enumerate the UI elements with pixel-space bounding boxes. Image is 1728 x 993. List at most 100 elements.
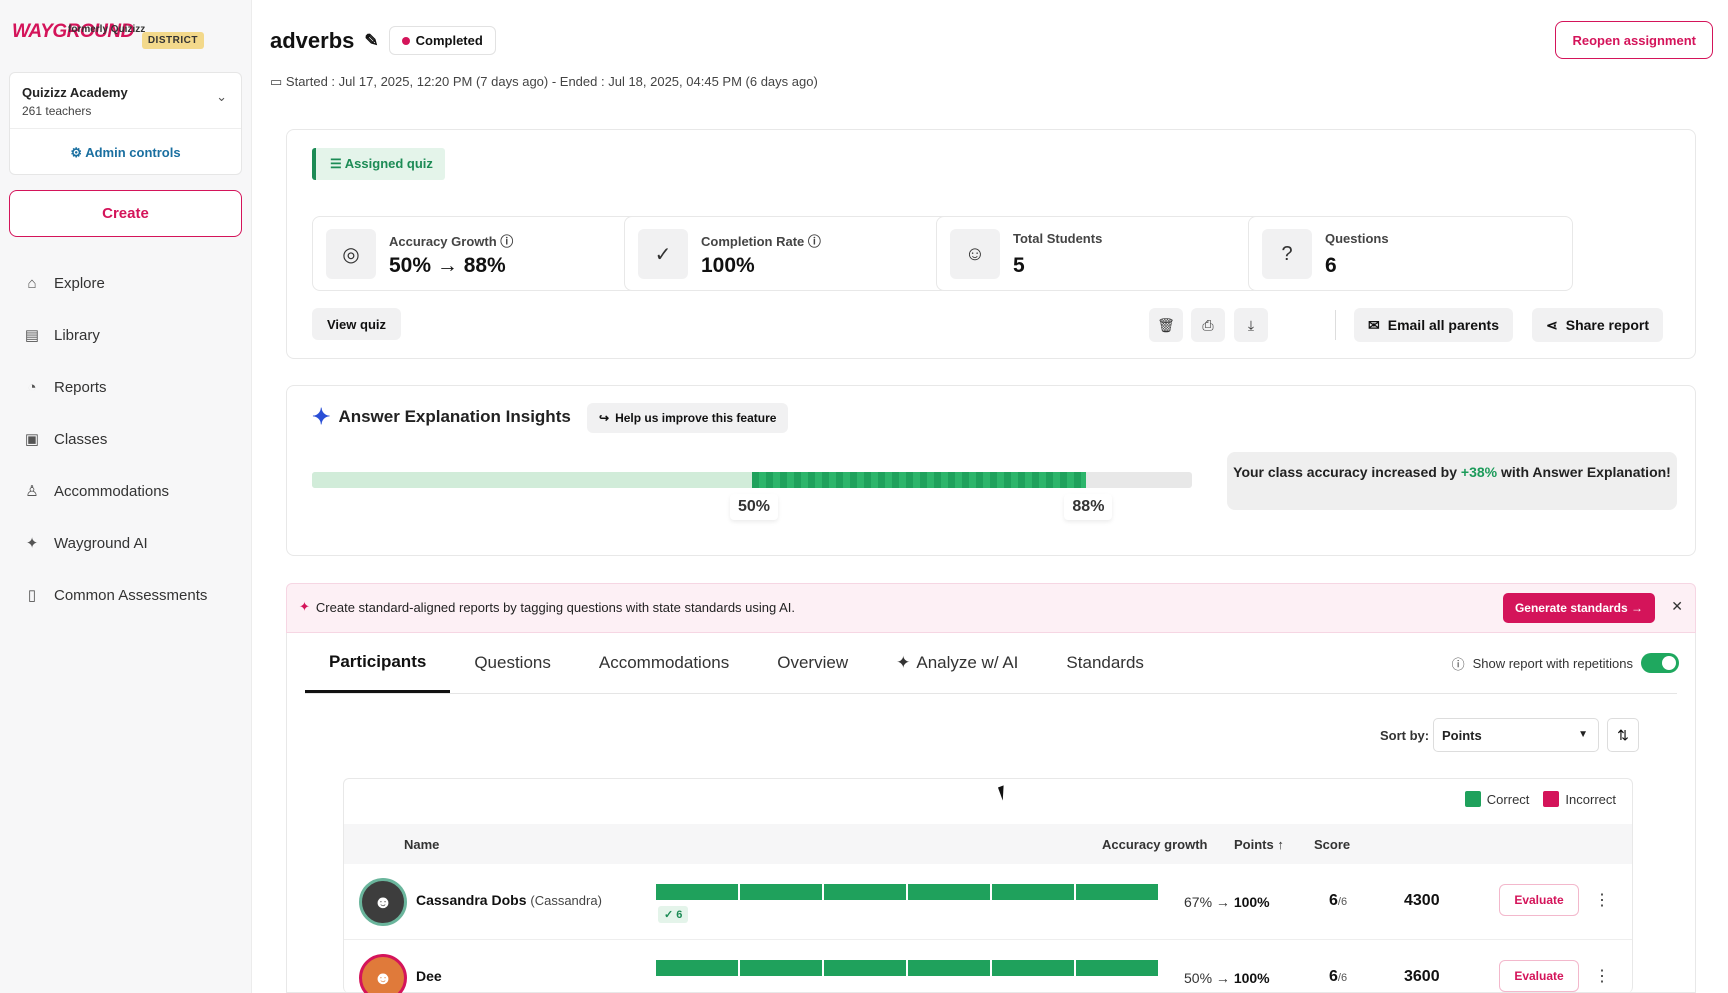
admin-controls-link[interactable]: ⚙ Admin controls xyxy=(10,145,241,161)
header-score[interactable]: Score xyxy=(1314,837,1350,852)
sidebar-item-label: Common Assessments xyxy=(54,586,208,604)
sparkle-icon: ✦ xyxy=(312,404,331,429)
person-icon: ♙ xyxy=(25,483,39,500)
more-options-icon[interactable]: ⋮ xyxy=(1594,890,1610,910)
accuracy-gain-fill xyxy=(752,472,1087,488)
stat-label-text: Completion Rate xyxy=(701,234,805,249)
sparkle-icon: ✦ xyxy=(299,599,310,614)
sort-select[interactable]: Points ▼ xyxy=(1433,718,1599,752)
home-icon: ⌂ xyxy=(27,274,37,292)
create-button[interactable]: Create xyxy=(9,190,242,237)
share-arrow-icon: ↪ xyxy=(599,411,610,425)
sort-direction-button[interactable]: ⇅ xyxy=(1607,718,1639,752)
answer-segment xyxy=(824,960,906,976)
status-badge: Completed xyxy=(388,26,496,55)
check-circle-icon: ✓ xyxy=(638,229,688,279)
status-dot xyxy=(401,36,410,45)
evaluate-button[interactable]: Evaluate xyxy=(1499,960,1579,992)
evaluate-button[interactable]: Evaluate xyxy=(1499,884,1579,916)
avatar: ☻ xyxy=(359,878,407,926)
sidebar-item-explore[interactable]: ⌂ Explore xyxy=(22,257,207,309)
assigned-quiz-label: Assigned quiz xyxy=(344,156,433,171)
mail-icon: ✉ xyxy=(1368,316,1380,333)
correct-count-value: 6 xyxy=(676,909,683,921)
edit-icon[interactable]: ✎ xyxy=(364,31,378,51)
answer-segment xyxy=(740,884,822,900)
classes-icon: ▣ xyxy=(24,431,40,448)
report-tabs: Participants Questions Accommodations Ov… xyxy=(305,633,1168,693)
divider xyxy=(305,693,1677,694)
answer-segment xyxy=(1076,960,1158,976)
list-icon: ☰ xyxy=(330,156,345,171)
report-panel: Participants Questions Accommodations Ov… xyxy=(286,633,1696,993)
trash-icon[interactable]: 🗑 xyxy=(1149,308,1183,342)
repetitions-toggle[interactable] xyxy=(1641,653,1679,673)
tab-analyze-ai[interactable]: ✦ Analyze w/ AI xyxy=(872,633,1042,693)
insights-title: ✦ Answer Explanation Insights xyxy=(312,404,571,430)
share-report-label: Share report xyxy=(1565,317,1649,333)
arrow-up-icon: ↑ xyxy=(1277,837,1284,852)
points-total: /6 xyxy=(1337,972,1348,984)
answer-bars xyxy=(656,884,1158,900)
sidebar-item-classes[interactable]: ▣ Classes xyxy=(22,413,207,465)
stat-total-students: ☺ Total Students 5 xyxy=(936,216,1261,291)
table-row[interactable]: ☻ Cassandra Dobs (Cassandra) ✓ 6 67% → 1… xyxy=(344,864,1632,940)
tab-accommodations[interactable]: Accommodations xyxy=(575,633,753,693)
reopen-assignment-button[interactable]: Reopen assignment xyxy=(1555,21,1713,59)
tab-analyze-ai-label: Analyze w/ AI xyxy=(916,653,1019,672)
legend-label: Incorrect xyxy=(1565,791,1616,807)
sidebar-item-reports[interactable]: ◔ Reports xyxy=(22,361,207,413)
check-icon: ✓ xyxy=(664,909,677,921)
book-icon: ▤ xyxy=(24,327,40,344)
answer-segment xyxy=(908,960,990,976)
table-row[interactable]: ☻ Dee 50% → 100% 6/6 3600 Evaluate ⋮ xyxy=(344,940,1632,993)
help-improve-button[interactable]: ↪ Help us improve this feature xyxy=(587,403,789,433)
tab-overview[interactable]: Overview xyxy=(753,633,872,693)
tab-standards[interactable]: Standards xyxy=(1042,633,1168,693)
student-name-text: Cassandra Dobs xyxy=(416,892,527,908)
accuracy-from: 50% xyxy=(1184,970,1213,986)
sidebar-item-library[interactable]: ▤ Library xyxy=(22,309,207,361)
view-quiz-button[interactable]: View quiz xyxy=(312,308,401,340)
download-icon[interactable]: ⤓ xyxy=(1234,308,1268,342)
calendar-icon: ▭ xyxy=(270,74,286,89)
close-icon[interactable]: ✕ xyxy=(1671,598,1683,615)
stat-label: Completion Rate ⓘ xyxy=(701,231,821,250)
sidebar-item-accommodations[interactable]: ♙ Accommodations xyxy=(22,465,207,517)
help-icon[interactable]: ⓘ xyxy=(1452,654,1465,673)
tab-questions[interactable]: Questions xyxy=(450,633,575,693)
sidebar-nav: ⌂ Explore ▤ Library ◔ Reports ▣ Classes ♙ Acc… xyxy=(22,257,207,621)
standards-banner: ✦ Create standard-aligned reports by tagg… xyxy=(286,583,1696,633)
chevron-down-icon[interactable]: ⌄ xyxy=(216,89,227,105)
info-icon[interactable]: ⓘ xyxy=(500,234,513,249)
page-title: adverbs xyxy=(270,27,355,53)
clipboard-icon: ▯ xyxy=(27,587,37,604)
share-report-button[interactable]: ⋖ Share report xyxy=(1532,308,1663,342)
info-icon[interactable]: ⓘ xyxy=(808,234,821,249)
participants-table: Correct Incorrect Name Accuracy growth P… xyxy=(343,778,1633,993)
header-points-label: Points xyxy=(1234,837,1274,852)
more-options-icon[interactable]: ⋮ xyxy=(1594,966,1610,986)
legend-swatch-correct xyxy=(1464,791,1481,807)
header-name[interactable]: Name xyxy=(404,837,439,852)
answer-segment xyxy=(1076,884,1158,900)
generate-standards-button[interactable]: Generate standards → xyxy=(1502,593,1655,623)
sidebar-item-common-assessments[interactable]: ▯ Common Assessments xyxy=(22,569,208,621)
email-all-parents-button[interactable]: ✉ Email all parents xyxy=(1354,308,1514,342)
score: 3600 xyxy=(1404,968,1440,985)
sidebar-item-wayground-ai[interactable]: ✦ Wayground AI xyxy=(22,517,207,569)
org-switcher[interactable]: Quizizz Academy 261 teachers ⌄ ⚙ Admin c… xyxy=(9,72,242,175)
gear-icon: ⚙ xyxy=(70,145,86,160)
header-accuracy-growth[interactable]: Accuracy growth xyxy=(1102,837,1207,852)
insights-message: Your class accuracy increased by +38% wi… xyxy=(1227,452,1677,510)
score: 4300 xyxy=(1404,892,1440,909)
print-icon[interactable]: ⎙ xyxy=(1191,308,1225,342)
tab-participants[interactable]: Participants xyxy=(305,633,451,693)
insights-card: ✦ Answer Explanation Insights ↪ Help us im… xyxy=(286,385,1696,556)
answer-segment xyxy=(656,960,738,976)
accuracy-to-label: 88% xyxy=(1064,494,1113,520)
header-points[interactable]: Points ↑ xyxy=(1234,837,1284,852)
msg-prefix: Your class accuracy increased by xyxy=(1233,464,1461,480)
sort-value: Points xyxy=(1442,728,1482,743)
msg-delta: +38% xyxy=(1460,464,1498,480)
